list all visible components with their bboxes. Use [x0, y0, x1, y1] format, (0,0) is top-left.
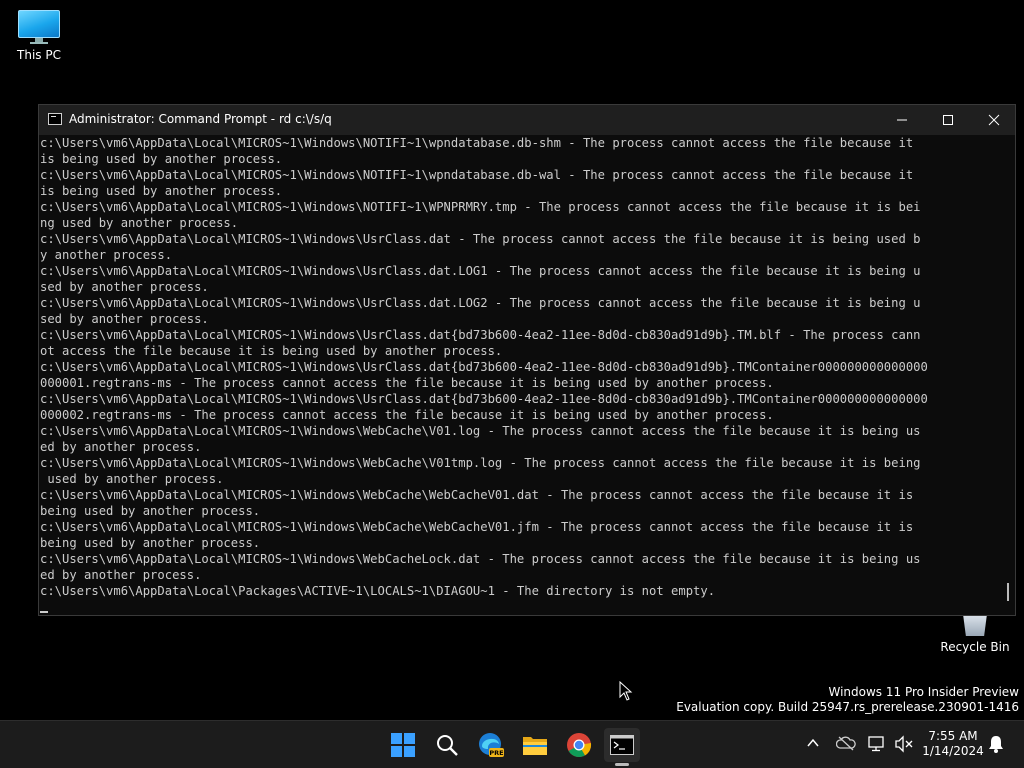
- text-cursor: [40, 611, 48, 613]
- recycle-bin-desktop-icon[interactable]: Recycle Bin: [937, 610, 1013, 654]
- console-line: 000002.regtrans-ms - The process cannot …: [40, 408, 774, 422]
- search-icon: [437, 735, 458, 756]
- console-line: being used by another process.: [40, 504, 261, 518]
- file-explorer-button[interactable]: [518, 728, 552, 762]
- console-line: c:\Users\vm6\AppData\Local\MICROS~1\Wind…: [40, 200, 921, 214]
- cloud-offline-icon: [835, 736, 856, 751]
- monitor-icon: [18, 10, 60, 44]
- console-line: ed by another process.: [40, 568, 202, 582]
- console-line: c:\Users\vm6\AppData\Local\MICROS~1\Wind…: [40, 264, 921, 278]
- console-line: c:\Users\vm6\AppData\Local\Packages\ACTI…: [40, 584, 716, 598]
- console-line: is being used by another process.: [40, 152, 283, 166]
- this-pc-desktop-icon[interactable]: This PC: [1, 10, 77, 62]
- window-title: Administrator: Command Prompt - rd c:\/s…: [69, 112, 332, 126]
- console-line: c:\Users\vm6\AppData\Local\MICROS~1\Wind…: [40, 456, 921, 470]
- console-line: c:\Users\vm6\AppData\Local\MICROS~1\Wind…: [40, 168, 914, 182]
- file-explorer-icon: [523, 737, 547, 755]
- command-prompt-taskbar-button[interactable]: [604, 728, 640, 766]
- command-prompt-app-icon[interactable]: [48, 113, 62, 125]
- recycle-bin-label: Recycle Bin: [940, 640, 1010, 654]
- console-line: c:\Users\vm6\AppData\Local\MICROS~1\Wind…: [40, 488, 914, 502]
- console-line: used by another process.: [40, 472, 224, 486]
- chrome-button[interactable]: [562, 728, 596, 762]
- console-line: sed by another process.: [40, 280, 209, 294]
- this-pc-label: This PC: [17, 48, 61, 62]
- console-line: c:\Users\vm6\AppData\Local\MICROS~1\Wind…: [40, 552, 921, 566]
- command-prompt-icon: [610, 735, 634, 755]
- scrollbar-thumb[interactable]: [1007, 583, 1009, 601]
- console-line: c:\Users\vm6\AppData\Local\MICROS~1\Wind…: [40, 392, 928, 406]
- console-line: sed by another process.: [40, 312, 209, 326]
- volume-tray-button[interactable]: [894, 735, 914, 757]
- edge-preview-badge: PRE: [489, 749, 503, 757]
- console-line: ed by another process.: [40, 440, 202, 454]
- console-line: 000001.regtrans-ms - The process cannot …: [40, 376, 774, 390]
- maximize-icon: [943, 115, 953, 125]
- console-line: ng used by another process.: [40, 216, 239, 230]
- watermark-build: Evaluation copy. Build 25947.rs_prerelea…: [676, 700, 1019, 714]
- mouse-pointer-icon: [619, 681, 633, 701]
- window-titlebar[interactable]: Administrator: Command Prompt - rd c:\/s…: [39, 105, 1015, 135]
- watermark-edition: Windows 11 Pro Insider Preview: [828, 685, 1019, 699]
- maximize-button[interactable]: [925, 105, 971, 135]
- command-prompt-window[interactable]: Administrator: Command Prompt - rd c:\/s…: [38, 104, 1016, 616]
- minimize-button[interactable]: [879, 105, 925, 135]
- network-tray-button[interactable]: [867, 735, 887, 757]
- console-scrollbar[interactable]: [1001, 135, 1015, 615]
- console-line: c:\Users\vm6\AppData\Local\MICROS~1\Wind…: [40, 328, 921, 342]
- notifications-button[interactable]: [988, 735, 1004, 757]
- edge-button[interactable]: PRE: [474, 728, 508, 762]
- console-line: y another process.: [40, 248, 173, 262]
- console-line: c:\Users\vm6\AppData\Local\MICROS~1\Wind…: [40, 360, 928, 374]
- volume-muted-icon: [895, 735, 913, 753]
- console-cursor-line: [40, 599, 1002, 613]
- console-line: c:\Users\vm6\AppData\Local\MICROS~1\Wind…: [40, 424, 921, 438]
- start-button[interactable]: [386, 728, 420, 762]
- console-line: being used by another process.: [40, 536, 261, 550]
- console-line: ot access the file because it is being u…: [40, 344, 503, 358]
- show-hidden-icons-button[interactable]: [806, 735, 820, 754]
- console-line: is being used by another process.: [40, 184, 283, 198]
- close-button[interactable]: [971, 105, 1017, 135]
- onedrive-tray-button[interactable]: [835, 735, 856, 755]
- taskbar-clock[interactable]: 7:55 AM 1/14/2024: [918, 729, 988, 759]
- evaluation-watermark: Windows 11 Pro Insider Preview Evaluatio…: [676, 685, 1019, 715]
- edge-icon: PRE: [479, 733, 504, 757]
- console-line: c:\Users\vm6\AppData\Local\MICROS~1\Wind…: [40, 232, 921, 246]
- clock-time: 7:55 AM: [928, 729, 978, 743]
- active-app-indicator: [615, 763, 629, 766]
- console-output[interactable]: c:\Users\vm6\AppData\Local\MICROS~1\Wind…: [40, 135, 1002, 613]
- taskbar: PRE 7:55 AM 1/14/2024: [0, 720, 1024, 768]
- windows-logo-icon: [391, 733, 415, 757]
- chrome-icon: [567, 733, 592, 758]
- search-button[interactable]: [430, 728, 464, 762]
- console-line: c:\Users\vm6\AppData\Local\MICROS~1\Wind…: [40, 296, 921, 310]
- chevron-up-icon: [807, 738, 819, 747]
- network-icon: [868, 736, 884, 752]
- clock-date: 1/14/2024: [922, 744, 984, 758]
- console-line: c:\Users\vm6\AppData\Local\MICROS~1\Wind…: [40, 136, 914, 150]
- minimize-icon: [897, 119, 907, 121]
- close-icon: [988, 114, 1000, 126]
- console-line: c:\Users\vm6\AppData\Local\MICROS~1\Wind…: [40, 520, 914, 534]
- bell-icon: [989, 736, 1003, 753]
